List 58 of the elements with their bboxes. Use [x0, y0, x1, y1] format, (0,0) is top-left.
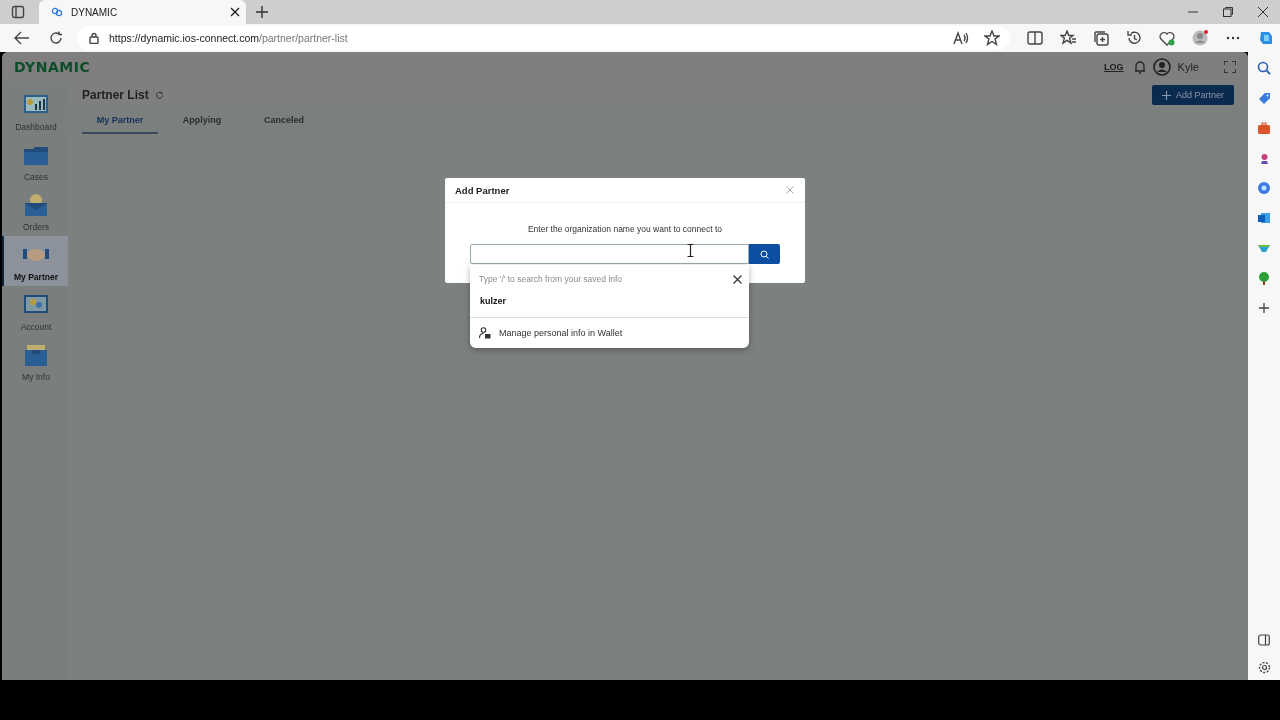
- app-logo: DYNAMIC: [14, 59, 91, 75]
- link-icon: [51, 6, 63, 18]
- text-cursor-icon: [687, 244, 694, 257]
- settings-icon[interactable]: [1257, 661, 1271, 674]
- briefcase-icon[interactable]: [1257, 121, 1271, 135]
- split-screen-icon[interactable]: [1027, 30, 1043, 46]
- sidebar-item[interactable]: Account: [2, 286, 68, 336]
- person-lock-icon: [479, 327, 491, 339]
- lock-icon: [89, 32, 99, 44]
- add-partner-button[interactable]: Add Partner: [1151, 85, 1234, 105]
- restore-icon[interactable]: [1223, 7, 1233, 17]
- tag-icon[interactable]: [1257, 91, 1271, 105]
- sidebar-item[interactable]: Dashboard: [2, 86, 68, 136]
- circle-icon[interactable]: [1257, 181, 1271, 195]
- profile-icon[interactable]: [1192, 30, 1208, 46]
- fullscreen-icon[interactable]: [1224, 61, 1236, 73]
- plus-icon[interactable]: [1257, 301, 1271, 315]
- close-icon[interactable]: [230, 7, 240, 17]
- collections-icon[interactable]: [1093, 30, 1109, 46]
- history-icon[interactable]: [1126, 30, 1142, 46]
- user-name[interactable]: Kyle: [1177, 61, 1199, 73]
- plus-icon: [1161, 90, 1171, 100]
- sidebar-item[interactable]: Orders: [2, 186, 68, 236]
- hint-text: Type '/' to search from your saved info: [479, 274, 623, 284]
- health-icon[interactable]: [1159, 30, 1175, 46]
- read-aloud-icon[interactable]: [953, 31, 969, 45]
- suggestion-item[interactable]: kulzer: [470, 288, 749, 318]
- user-icon[interactable]: [1152, 58, 1171, 76]
- star-icon[interactable]: [984, 30, 1000, 46]
- sidebar-item[interactable]: Cases: [2, 136, 68, 186]
- new-tab-icon[interactable]: [256, 6, 268, 18]
- sidebar-item[interactable]: My Partner: [2, 236, 68, 286]
- dialog-title: Add Partner: [455, 184, 510, 196]
- close-icon[interactable]: [1258, 7, 1268, 17]
- back-icon[interactable]: [14, 31, 30, 45]
- url-text: https://dynamic.ios-connect.com/partner/partner-list: [109, 32, 348, 44]
- search-field[interactable]: [470, 244, 749, 264]
- refresh-icon[interactable]: [49, 31, 63, 45]
- sidebar-icon[interactable]: [1258, 634, 1270, 646]
- page-title: Partner List: [82, 88, 149, 102]
- search-icon: [760, 249, 769, 259]
- tab-actions-icon[interactable]: [11, 5, 25, 19]
- bell-icon[interactable]: [1133, 60, 1146, 74]
- prompt-text: Enter the organization name you want to connect to: [526, 224, 724, 234]
- close-icon[interactable]: [733, 274, 742, 284]
- tab[interactable]: My Partner: [82, 108, 158, 134]
- search-icon[interactable]: [1257, 61, 1271, 75]
- favorites-icon[interactable]: [1060, 30, 1076, 46]
- browser-tab[interactable]: DYNAMIC: [39, 0, 246, 24]
- tab[interactable]: Canceled: [246, 108, 322, 134]
- tree-icon[interactable]: [1257, 271, 1271, 285]
- sidebar-item[interactable]: My Info: [2, 336, 68, 386]
- tab-title: DYNAMIC: [71, 6, 119, 18]
- search-button[interactable]: [749, 244, 780, 264]
- address-bar[interactable]: https://dynamic.ios-connect.com/partner/partner-list: [77, 26, 1010, 50]
- manage-wallet-item[interactable]: Manage personal info in Wallet: [470, 318, 749, 348]
- tab[interactable]: Applying: [164, 108, 240, 134]
- log-button[interactable]: LOG: [1104, 62, 1124, 72]
